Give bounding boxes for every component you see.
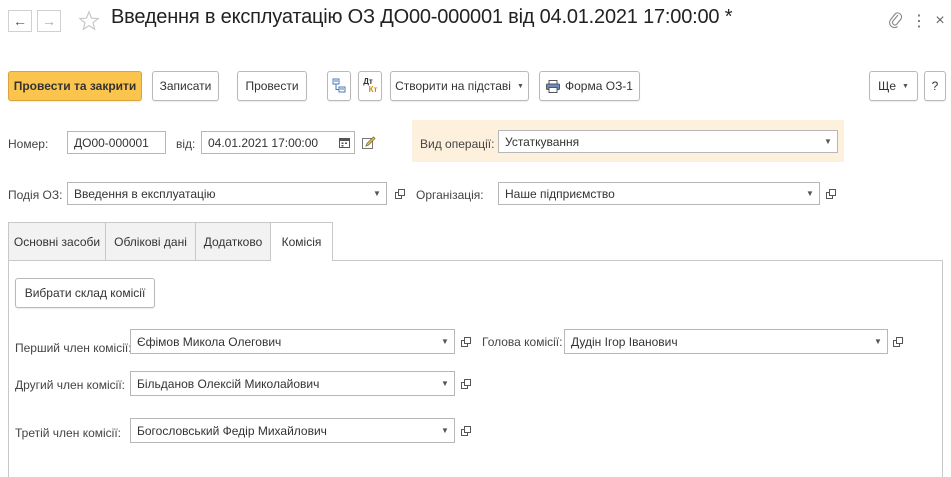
close-button[interactable]: ×	[932, 10, 948, 32]
vertical-dots-icon: ⋮	[911, 13, 927, 30]
first-member-value: Єфімов Микола Олегович	[137, 334, 282, 349]
third-member-value: Богословський Федір Михайлович	[137, 423, 327, 438]
choose-commission-button[interactable]: Вибрати склад комісії	[15, 278, 155, 308]
create-based-on-button[interactable]: Створити на підставі ▼	[390, 71, 529, 101]
chevron-down-icon: ▼	[516, 82, 524, 90]
more-actions-button[interactable]: Ще ▼	[869, 71, 918, 101]
first-member-select[interactable]: Єфімов Микола Олегович ▼	[130, 329, 455, 354]
post-and-close-button[interactable]: Провести та закрити	[8, 71, 142, 101]
edit-date-button[interactable]	[360, 133, 378, 153]
head-select[interactable]: Дудін Ігор Іванович ▼	[564, 329, 888, 354]
print-form-button[interactable]: Форма ОЗ-1	[539, 71, 640, 101]
open-icon	[461, 425, 471, 436]
third-member-label: Третій член комісії:	[15, 426, 122, 440]
head-label: Голова комісії:	[482, 335, 563, 349]
second-member-label: Другий член комісії:	[15, 378, 125, 392]
head-value: Дудін Ігор Іванович	[571, 334, 678, 349]
arrow-right-icon: →	[42, 13, 56, 29]
event-value: Введення в експлуатацію	[74, 186, 216, 201]
forward-button[interactable]: →	[37, 10, 61, 32]
organization-open-button[interactable]	[823, 183, 839, 204]
star-icon	[78, 10, 100, 31]
chevron-down-icon[interactable]: ▼	[436, 372, 454, 395]
link-icon	[889, 12, 903, 29]
create-based-on-label: Створити на підставі	[395, 79, 511, 93]
page-title: Введення в експлуатацію ОЗ ДО00-000001 в…	[111, 6, 733, 28]
active-tab-joiner	[271, 259, 332, 261]
dt-kt-button[interactable]: Дт Кт	[358, 71, 382, 101]
tab-fixed-assets[interactable]: Основні засоби	[8, 222, 106, 260]
second-member-open-button[interactable]	[458, 373, 474, 394]
number-field[interactable]: ДО00-000001	[67, 131, 166, 154]
more-actions-label: Ще	[878, 79, 896, 93]
save-button[interactable]: Записати	[152, 71, 219, 101]
event-label: Подія ОЗ:	[8, 188, 63, 202]
tab-additional[interactable]: Додатково	[195, 222, 271, 260]
operation-select[interactable]: Устаткування ▼	[498, 130, 838, 153]
date-label: від:	[176, 137, 196, 151]
second-member-value: Більданов Олексій Миколайович	[137, 376, 320, 391]
chevron-down-icon[interactable]: ▼	[801, 183, 819, 204]
chevron-down-icon[interactable]: ▼	[368, 183, 386, 204]
close-icon: ×	[935, 12, 945, 29]
third-member-open-button[interactable]	[458, 420, 474, 441]
third-member-select[interactable]: Богословський Федір Михайлович ▼	[130, 418, 455, 443]
open-icon	[461, 378, 471, 389]
second-member-select[interactable]: Більданов Олексій Миколайович ▼	[130, 371, 455, 396]
open-icon	[826, 188, 836, 199]
edit-note-icon	[362, 136, 376, 149]
first-member-label: Перший член комісії:	[15, 341, 132, 355]
chevron-down-icon[interactable]: ▼	[436, 419, 454, 442]
open-icon	[395, 188, 405, 199]
back-button[interactable]: ←	[8, 10, 32, 32]
event-open-button[interactable]	[392, 183, 408, 204]
chevron-down-icon[interactable]: ▼	[436, 330, 454, 353]
event-select[interactable]: Введення в експлуатацію ▼	[67, 182, 387, 205]
operation-value: Устаткування	[505, 134, 580, 149]
date-value: 04.01.2021 17:00:00	[208, 135, 319, 150]
chevron-down-icon[interactable]: ▼	[869, 330, 887, 353]
help-button[interactable]: ?	[924, 71, 946, 101]
first-member-open-button[interactable]	[458, 331, 474, 352]
open-icon	[461, 336, 471, 347]
date-field[interactable]: 04.01.2021 17:00:00	[201, 131, 355, 154]
chevron-down-icon: ▼	[902, 82, 909, 90]
open-icon	[893, 336, 903, 347]
arrow-left-icon: ←	[13, 13, 27, 29]
printer-icon	[546, 79, 560, 93]
organization-label: Організація:	[416, 188, 484, 202]
tab-accounting-data[interactable]: Облікові дані	[105, 222, 196, 260]
post-button[interactable]: Провести	[237, 71, 307, 101]
calendar-icon	[338, 138, 350, 148]
organization-select[interactable]: Наше підприємство ▼	[498, 182, 820, 205]
print-form-label: Форма ОЗ-1	[565, 79, 633, 93]
chevron-down-icon[interactable]: ▼	[819, 131, 837, 152]
favorite-button[interactable]	[76, 8, 102, 34]
more-menu-button[interactable]: ⋮	[911, 10, 927, 32]
head-open-button[interactable]	[890, 331, 906, 352]
number-label: Номер:	[8, 137, 49, 151]
structure-button[interactable]	[327, 71, 351, 101]
document-structure-icon	[332, 78, 346, 93]
link-button[interactable]	[886, 10, 906, 32]
dt-kt-icon-bottom: Кт	[368, 85, 378, 94]
organization-value: Наше підприємство	[505, 186, 615, 201]
calendar-button[interactable]	[334, 132, 354, 153]
operation-label: Вид операції:	[420, 137, 495, 151]
tab-commission[interactable]: Комісія	[270, 222, 333, 261]
